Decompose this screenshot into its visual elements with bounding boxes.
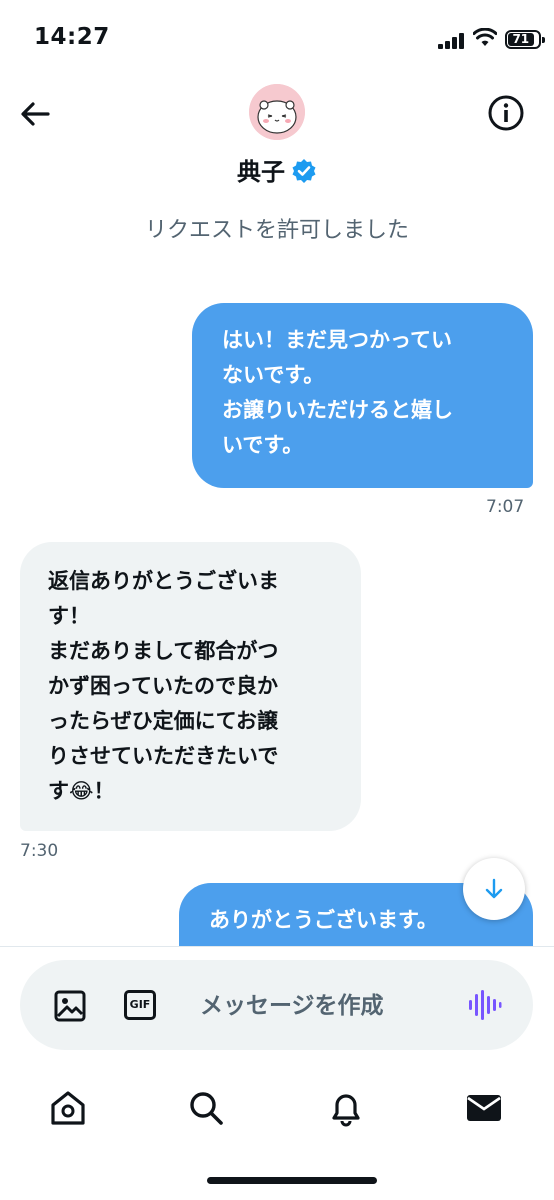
divider — [0, 946, 554, 947]
signal-icon — [438, 33, 464, 49]
wifi-icon — [473, 28, 497, 46]
voice-wave-icon[interactable] — [468, 988, 502, 1022]
avatar[interactable] — [249, 84, 305, 140]
scroll-to-bottom-button[interactable] — [463, 858, 525, 920]
message-time: 7:30 — [20, 841, 59, 861]
home-icon[interactable] — [48, 1088, 88, 1128]
conversation-header: 典子 リクエストを許可しました — [0, 80, 554, 260]
hamster-avatar-icon — [249, 84, 305, 140]
notifications-icon[interactable] — [326, 1088, 366, 1128]
battery-icon: 71 — [505, 30, 545, 49]
gif-button[interactable]: GIF — [124, 990, 156, 1020]
message-composer: GIF メッセージを作成 — [20, 960, 533, 1050]
status-bar: 14:27 71 — [0, 0, 554, 80]
messages-icon[interactable] — [464, 1088, 504, 1128]
message-bubble-outgoing[interactable]: はい！まだ見つかってい ないです。 お譲りいただけると嬉し いです。 — [192, 303, 533, 488]
message-input[interactable]: メッセージを作成 — [200, 986, 450, 1026]
contact-name-row[interactable]: 典子 — [0, 152, 554, 187]
message-bubble-incoming[interactable]: 返信ありがとうございま す！ まだありまして都合がつ かず困っていたので良か っ… — [20, 542, 361, 831]
search-icon[interactable] — [186, 1088, 226, 1128]
verified-badge-icon — [292, 159, 316, 183]
status-time: 14:27 — [34, 24, 110, 50]
info-icon[interactable] — [487, 94, 525, 132]
request-accepted-notice: リクエストを許可しました — [144, 218, 409, 243]
battery-level: 71 — [508, 33, 534, 46]
bottom-tab-bar — [0, 1080, 554, 1140]
home-indicator — [207, 1177, 377, 1184]
back-arrow-icon[interactable] — [18, 96, 54, 132]
image-icon[interactable] — [54, 990, 86, 1022]
message-time: 7:07 — [486, 497, 525, 517]
contact-name: 典子 — [237, 158, 285, 186]
arrow-down-icon — [485, 878, 503, 899]
